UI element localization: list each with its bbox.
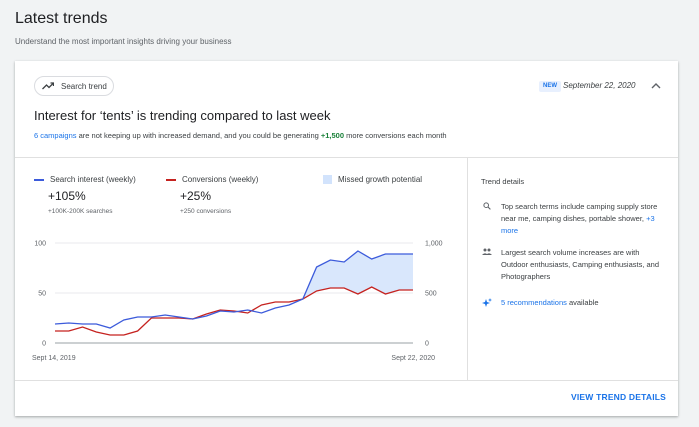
trend-chart: 1005001,0005000Sept 14, 2019 Sept 22, 202… — [32, 241, 443, 363]
conversions-value: +25% — [180, 189, 212, 203]
legend-swatch — [166, 178, 176, 181]
trend-date: September 22, 2020 — [563, 81, 636, 90]
y-right-tick-label: 0 — [425, 341, 429, 348]
y-left-tick-label: 0 — [42, 341, 46, 348]
search-icon — [481, 201, 493, 237]
y-left-tick-label: 50 — [38, 291, 46, 298]
y-left-tick-label: 100 — [34, 241, 46, 248]
legend-swatch — [34, 178, 44, 181]
legend-swatch — [323, 175, 332, 184]
legend-label: Search interest (weekly) — [50, 175, 136, 184]
legend-label: Missed growth potential — [338, 175, 423, 184]
page-subtitle: Understand the most important insights d… — [15, 37, 232, 46]
detail-text: available — [566, 298, 599, 307]
search-trend-chip-label: Search trend — [61, 81, 107, 91]
detail-audiences: Largest search volume increases are with… — [481, 247, 665, 283]
trending-up-icon — [42, 82, 54, 90]
conversions-sub: +250 conversions — [180, 208, 232, 215]
desc-text-1: are not keeping up with increased demand… — [76, 131, 321, 140]
search-interest-value: +105% — [48, 189, 86, 203]
trend-card: Search trend NEW September 22, 2020 Inte… — [15, 61, 678, 416]
legend-missed-growth: Missed growth potential — [323, 175, 422, 184]
search-trend-chip[interactable]: Search trend — [34, 76, 114, 96]
y-right-tick-label: 1,000 — [425, 241, 443, 248]
people-icon — [481, 247, 493, 283]
trend-details-title: Trend details — [481, 177, 525, 186]
sparkle-icon — [481, 297, 493, 309]
divider — [467, 157, 468, 380]
recommendations-link[interactable]: 5 recommendations — [501, 298, 567, 307]
view-trend-details-button[interactable]: VIEW TREND DETAILS — [571, 392, 666, 402]
search-interest-sub: +100K-200K searches — [48, 208, 113, 215]
x-end-label: Sept 22, 2020 — [391, 355, 435, 362]
divider — [15, 157, 678, 158]
campaigns-link[interactable]: 6 campaigns — [34, 131, 77, 140]
detail-text: Top search terms include camping supply … — [501, 202, 658, 223]
detail-text: Largest search volume increases are with… — [501, 248, 660, 281]
desc-text-2: more conversions each month — [344, 131, 447, 140]
detail-top-searches: Top search terms include camping supply … — [481, 201, 665, 237]
legend-search-interest: Search interest (weekly) — [34, 175, 136, 184]
legend-conversions: Conversions (weekly) — [166, 175, 258, 184]
collapse-button[interactable] — [649, 79, 663, 93]
y-right-tick-label: 500 — [425, 291, 437, 298]
conversions-gain: +1,500 — [320, 131, 345, 140]
chevron-up-icon — [651, 83, 661, 89]
x-start-label: Sept 14, 2019 — [32, 355, 76, 362]
new-badge: NEW — [539, 81, 561, 92]
missed-growth-area — [302, 251, 413, 299]
trend-headline: Interest for ‘tents’ is trending compare… — [34, 108, 331, 123]
detail-recommendations: 5 recommendations available — [481, 297, 665, 309]
trend-description: 6 campaigns are not keeping up with incr… — [34, 131, 447, 140]
divider — [15, 380, 678, 381]
legend-label: Conversions (weekly) — [182, 175, 259, 184]
page-title: Latest trends — [15, 10, 108, 27]
